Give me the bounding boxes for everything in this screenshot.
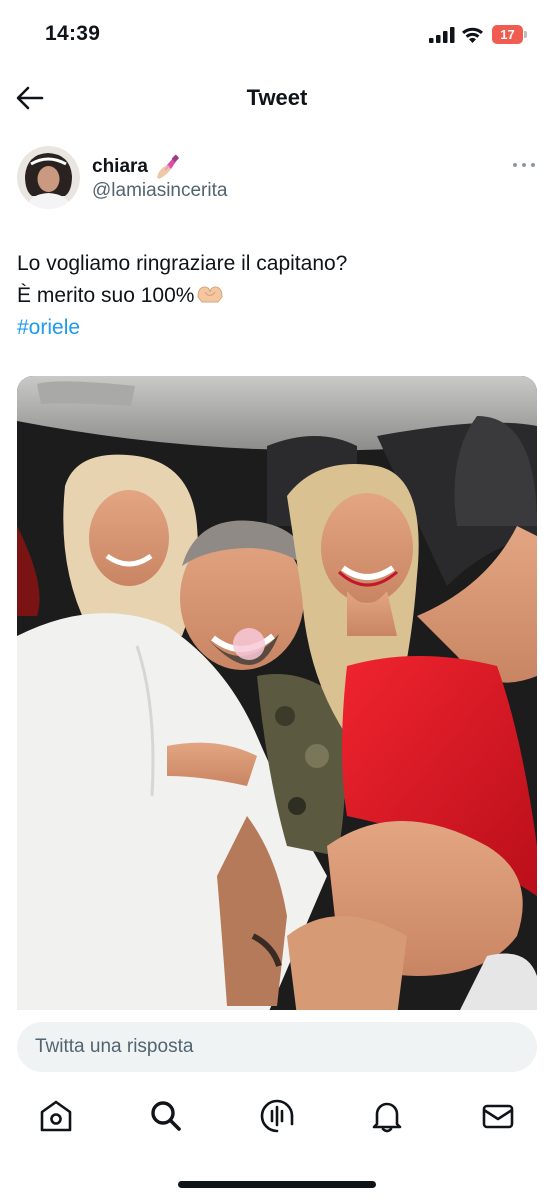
author-handle: @lamiasincerita — [92, 180, 228, 201]
more-options-icon[interactable] — [512, 158, 536, 172]
cellular-signal-icon — [429, 27, 455, 43]
bell-icon[interactable] — [369, 1098, 405, 1134]
search-icon[interactable] — [148, 1098, 184, 1134]
heart-hands-icon — [197, 286, 223, 303]
tweet-photo[interactable] — [17, 376, 537, 1016]
spaces-icon[interactable] — [259, 1098, 295, 1134]
battery-level: 17 — [492, 25, 523, 44]
wifi-icon — [462, 27, 483, 43]
tweet-line-2-text: È merito suo 100% — [17, 284, 195, 307]
tweet-text: Lo vogliamo ringraziare il capitano? È m… — [17, 248, 537, 344]
status-bar: 14:39 17 — [0, 0, 554, 70]
tweet-line-2: È merito suo 100% — [17, 280, 537, 312]
page-title: Tweet — [246, 85, 308, 110]
author-row: chiara — [92, 153, 181, 181]
mail-icon[interactable] — [480, 1098, 516, 1134]
author-name[interactable]: chiara — [92, 156, 148, 178]
home-icon[interactable] — [38, 1098, 74, 1134]
status-time: 14:39 — [45, 22, 101, 45]
reply-input[interactable] — [17, 1022, 537, 1072]
home-indicator[interactable] — [178, 1181, 376, 1188]
tweet-line-1: Lo vogliamo ringraziare il capitano? — [17, 252, 348, 275]
reply-bar — [0, 1010, 554, 1086]
battery-icon: 17 — [492, 25, 528, 44]
nail-polish-icon — [157, 154, 180, 179]
tab-bar — [0, 1086, 554, 1200]
nav-header: Tweet — [0, 70, 554, 126]
hashtag-link[interactable]: #oriele — [17, 312, 537, 344]
avatar[interactable] — [17, 146, 80, 209]
